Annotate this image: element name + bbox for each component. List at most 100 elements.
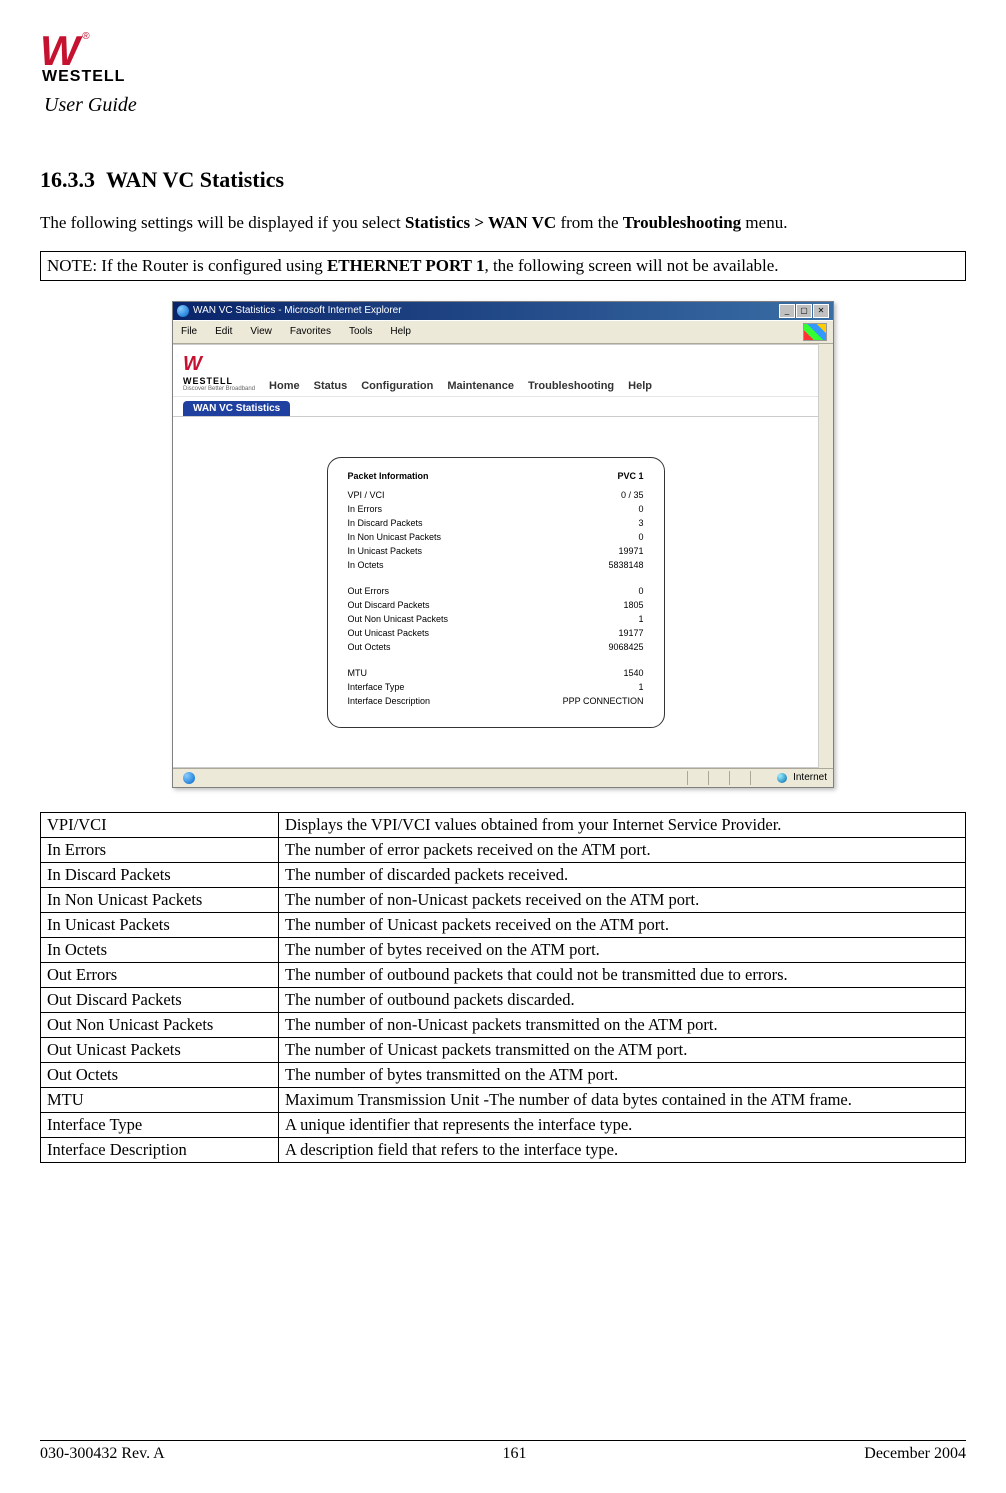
packet-row-label: Out Discard Packets [348,599,511,611]
packet-row-label: MTU [348,667,511,679]
table-row: Interface DescriptionA description field… [41,1137,966,1162]
footer-page-number: 161 [503,1445,527,1463]
window-close-button[interactable]: ✕ [813,304,829,318]
desc-text: A description field that refers to the i… [279,1137,966,1162]
tab-wan-vc-statistics[interactable]: WAN VC Statistics [183,401,290,416]
packet-row-label: Out Octets [348,641,511,653]
table-row: Out ErrorsThe number of outbound packets… [41,962,966,987]
desc-term: Interface Type [41,1112,279,1137]
intro-paragraph: The following settings will be displayed… [40,211,966,235]
packet-row-value: 1 [512,613,643,625]
embedded-screenshot: WAN VC Statistics - Microsoft Internet E… [172,301,834,788]
packet-row-value: 0 / 35 [512,489,643,501]
internet-zone-icon [777,773,787,783]
packet-row-label: In Errors [348,503,511,515]
desc-text: The number of non-Unicast packets transm… [279,1012,966,1037]
packet-row-label: VPI / VCI [348,489,511,501]
window-title: WAN VC Statistics - Microsoft Internet E… [193,305,402,316]
table-row: VPI/VCIDisplays the VPI/VCI values obtai… [41,812,966,837]
table-row: In Unicast PacketsThe number of Unicast … [41,912,966,937]
brand-logo: W® WESTELL [40,30,966,86]
desc-text: A unique identifier that represents the … [279,1112,966,1137]
nav-configuration[interactable]: Configuration [361,380,433,392]
menu-tools[interactable]: Tools [347,325,374,338]
packet-row-value: 1 [512,681,643,693]
table-row: MTUMaximum Transmission Unit -The number… [41,1087,966,1112]
desc-text: The number of outbound packets discarded… [279,987,966,1012]
section-number: 16.3.3 [40,167,95,192]
packet-row-label: Out Unicast Packets [348,627,511,639]
nav-maintenance[interactable]: Maintenance [447,380,514,392]
table-row: Out OctetsThe number of bytes transmitte… [41,1062,966,1087]
packet-row-label: In Octets [348,559,511,571]
packet-row-label: In Unicast Packets [348,545,511,557]
desc-text: The number of bytes received on the ATM … [279,937,966,962]
table-row: In OctetsThe number of bytes received on… [41,937,966,962]
menu-file[interactable]: File [179,325,199,338]
note-box: NOTE: If the Router is configured using … [40,251,966,281]
packet-row-value: 1805 [512,599,643,611]
window-minimize-button[interactable]: _ [779,304,795,318]
footer-left: 030-300432 Rev. A [40,1445,165,1463]
vertical-scrollbar[interactable] [818,344,833,768]
table-row: In Non Unicast PacketsThe number of non-… [41,887,966,912]
desc-term: Out Unicast Packets [41,1037,279,1062]
packet-row-label: Out Errors [348,585,511,597]
footer-right: December 2004 [864,1445,966,1463]
desc-text: Displays the VPI/VCI values obtained fro… [279,812,966,837]
packet-row-label: Interface Type [348,681,511,693]
menu-favorites[interactable]: Favorites [288,325,333,338]
desc-term: Out Discard Packets [41,987,279,1012]
desc-term: Interface Description [41,1137,279,1162]
page-header: W® WESTELL User Guide [40,30,966,117]
menu-help[interactable]: Help [388,325,413,338]
ie-titlebar: WAN VC Statistics - Microsoft Internet E… [173,302,833,320]
page-footer: 030-300432 Rev. A 161 December 2004 [40,1440,966,1463]
section-heading: 16.3.3 WAN VC Statistics [40,167,966,193]
menu-edit[interactable]: Edit [213,325,234,338]
section-title: WAN VC Statistics [106,167,284,192]
ie-statusbar: Internet [173,768,833,787]
desc-term: MTU [41,1087,279,1112]
desc-text: The number of Unicast packets received o… [279,912,966,937]
packet-row-label: Out Non Unicast Packets [348,613,511,625]
packet-row-value: 5838148 [512,559,643,571]
panel-header-value: PVC 1 [512,470,643,487]
table-row: Out Non Unicast PacketsThe number of non… [41,1012,966,1037]
packet-row-value: 1540 [512,667,643,679]
window-maximize-button[interactable]: ▢ [796,304,812,318]
packet-row-value: 19177 [512,627,643,639]
guide-title: User Guide [44,94,966,117]
table-row: Interface TypeA unique identifier that r… [41,1112,966,1137]
desc-text: The number of discarded packets received… [279,862,966,887]
desc-text: The number of non-Unicast packets receiv… [279,887,966,912]
desc-text: The number of outbound packets that coul… [279,962,966,987]
packet-info-panel: Packet Information PVC 1 VPI / VCI0 / 35… [327,457,665,728]
ie-menubar: File Edit View Favorites Tools Help [173,320,833,344]
desc-term: In Discard Packets [41,862,279,887]
desc-term: In Non Unicast Packets [41,887,279,912]
packet-row-value: 0 [512,531,643,543]
packet-row-value: 0 [512,585,643,597]
windows-flag-icon [803,323,827,341]
brand-glyph-icon: W® [40,30,82,72]
packet-row-value: PPP CONNECTION [512,695,643,707]
nav-troubleshooting[interactable]: Troubleshooting [528,380,614,392]
desc-term: Out Non Unicast Packets [41,1012,279,1037]
packet-row-value: 9068425 [512,641,643,653]
desc-term: Out Octets [41,1062,279,1087]
desc-text: The number of bytes transmitted on the A… [279,1062,966,1087]
desc-text: Maximum Transmission Unit -The number of… [279,1087,966,1112]
table-row: Out Unicast PacketsThe number of Unicast… [41,1037,966,1062]
nav-status[interactable]: Status [314,380,348,392]
menu-view[interactable]: View [248,325,274,338]
desc-term: In Unicast Packets [41,912,279,937]
ie-status-icon [183,772,195,784]
router-header: W WESTELL Discover Better Broadband Home… [173,345,818,397]
panel-header-label: Packet Information [348,470,511,487]
table-row: Out Discard PacketsThe number of outboun… [41,987,966,1012]
field-description-table: VPI/VCIDisplays the VPI/VCI values obtai… [40,812,966,1163]
nav-help[interactable]: Help [628,380,652,392]
nav-home[interactable]: Home [269,380,300,392]
packet-row-value: 3 [512,517,643,529]
